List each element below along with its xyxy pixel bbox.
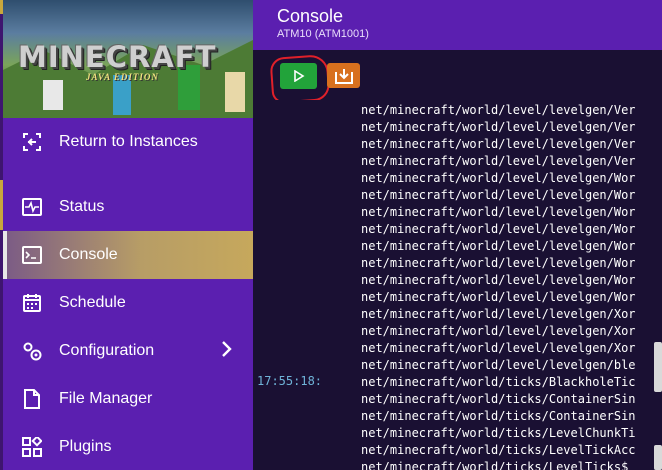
log-line: net/minecraft/world/level/levelgen/ble xyxy=(361,358,636,372)
active-indicator xyxy=(3,231,7,279)
console-toolbar xyxy=(253,50,662,104)
log-line: net/minecraft/world/level/levelgen/Xor xyxy=(361,307,636,321)
plugins-icon xyxy=(21,436,43,458)
sidebar-item-file-manager[interactable]: File Manager xyxy=(3,375,253,423)
gear-icon xyxy=(21,340,43,362)
calendar-icon xyxy=(21,292,43,314)
console-output[interactable]: 17:55:18: net/minecraft/world/level/leve… xyxy=(253,100,662,470)
log-line: net/minecraft/world/level/levelgen/Ver xyxy=(361,154,636,168)
sidebar-item-schedule[interactable]: Schedule xyxy=(3,279,253,327)
log-line: net/minecraft/world/level/levelgen/Wor xyxy=(361,290,636,304)
start-button[interactable] xyxy=(280,63,317,89)
log-line: net/minecraft/world/level/levelgen/Wor xyxy=(361,222,636,236)
play-icon xyxy=(293,70,305,82)
sidebar-item-plugins[interactable]: Plugins xyxy=(3,423,253,470)
log-line: net/minecraft/world/level/levelgen/Wor xyxy=(361,239,636,253)
log-line: net/minecraft/world/ticks/BlackholeTic xyxy=(361,375,636,389)
sidebar-item-label: Return to Instances xyxy=(59,133,198,150)
download-button[interactable] xyxy=(327,63,360,88)
log-line: net/minecraft/world/ticks/ContainerSin xyxy=(361,409,636,423)
sidebar-item-label: Schedule xyxy=(59,294,126,311)
java-edition-label: JAVA EDITION xyxy=(86,72,159,82)
sidebar-item-return-to-instances[interactable]: Return to Instances xyxy=(3,118,253,166)
log-line: net/minecraft/world/level/levelgen/Wor xyxy=(361,273,636,287)
sidebar: MINECRAFT JAVA EDITION Return to Instanc… xyxy=(0,0,253,470)
sidebar-item-label: Configuration xyxy=(59,342,155,359)
download-icon xyxy=(334,68,353,84)
log-line: net/minecraft/world/ticks/LevelTicks$ xyxy=(361,460,629,470)
log-line: net/minecraft/world/ticks/LevelChunkTi xyxy=(361,426,636,440)
chevron-right-icon xyxy=(221,340,233,363)
log-line: net/minecraft/world/ticks/ContainerSin xyxy=(361,392,636,406)
log-line: net/minecraft/world/level/levelgen/Ver xyxy=(361,103,636,117)
sidebar-item-label: File Manager xyxy=(59,390,153,407)
log-line: net/minecraft/world/ticks/LevelTickAcc xyxy=(361,443,636,457)
sidebar-item-configuration[interactable]: Configuration xyxy=(3,327,253,375)
status-icon xyxy=(21,196,43,218)
log-line: net/minecraft/world/level/levelgen/Ver xyxy=(361,120,636,134)
game-banner: MINECRAFT JAVA EDITION xyxy=(3,0,253,118)
log-line: net/minecraft/world/level/levelgen/Wor xyxy=(361,171,636,185)
log-line: net/minecraft/world/level/levelgen/Ver xyxy=(361,137,636,151)
page-title: Console xyxy=(277,6,344,26)
scrollbar-thumb[interactable] xyxy=(654,342,662,392)
sidebar-item-label: Plugins xyxy=(59,438,112,455)
instance-subtitle: ATM10 (ATM1001) xyxy=(277,28,369,40)
sidebar-item-label: Console xyxy=(59,246,118,263)
log-timestamp: 17:55:18: xyxy=(257,374,323,388)
sidebar-item-console[interactable]: Console xyxy=(3,231,253,279)
log-line: net/minecraft/world/level/levelgen/Wor xyxy=(361,205,636,219)
sidebar-item-label: Status xyxy=(59,198,105,215)
log-line: net/minecraft/world/level/levelgen/Wor xyxy=(361,188,636,202)
return-icon xyxy=(21,131,43,153)
log-line: net/minecraft/world/level/levelgen/Wor xyxy=(361,256,636,270)
console-icon xyxy=(21,244,43,266)
file-icon xyxy=(21,388,43,410)
scrollbar-thumb-lower[interactable] xyxy=(654,445,662,470)
sidebar-item-status[interactable]: Status xyxy=(3,183,253,231)
minecraft-logo: MINECRAFT xyxy=(18,40,217,74)
log-line: net/minecraft/world/level/levelgen/Xor xyxy=(361,341,636,355)
log-line: net/minecraft/world/level/levelgen/Xor xyxy=(361,324,636,338)
page-header: Console ATM10 (ATM1001) xyxy=(253,0,662,50)
